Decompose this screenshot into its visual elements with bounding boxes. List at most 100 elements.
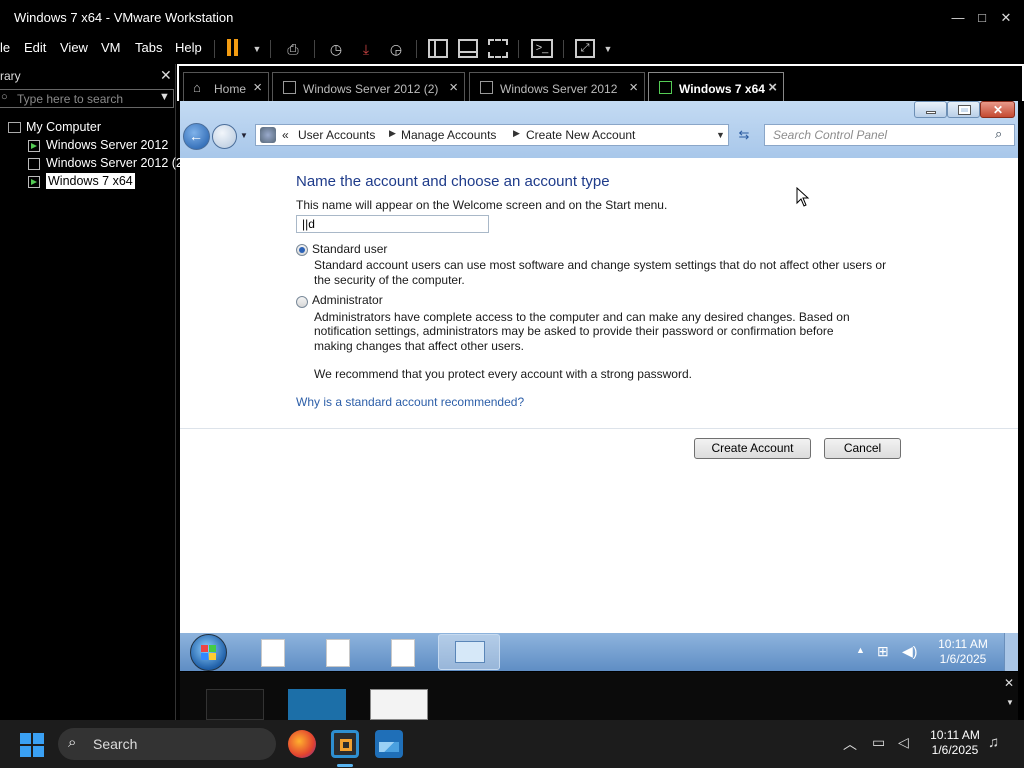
tree-root[interactable]: My Computer (8, 120, 101, 134)
full-screen-icon[interactable] (488, 39, 508, 58)
volume-icon[interactable]: ◀) (902, 643, 917, 660)
host-clock[interactable]: 10:11 AM 1/6/2025 (918, 728, 992, 758)
breadcrumb-create-new-account[interactable]: Create New Account (526, 128, 635, 142)
chevron-down-icon[interactable]: ▼ (159, 91, 170, 103)
tab-home[interactable]: ⌂ Home × (183, 72, 269, 103)
address-bar[interactable]: « User Accounts ▶ Manage Accounts ▶ Crea… (255, 124, 729, 146)
taskbar-file-icon[interactable] (261, 639, 285, 667)
create-account-button[interactable]: Create Account (694, 438, 811, 459)
taskbar-file-icon[interactable] (326, 639, 350, 667)
vm-thumbnail[interactable] (206, 689, 264, 720)
windows-start-icon[interactable] (20, 733, 44, 757)
pause-icon[interactable] (227, 39, 231, 56)
close-tab-icon[interactable]: × (449, 79, 458, 96)
firefox-icon[interactable] (288, 730, 316, 758)
tab-vm[interactable]: Windows Server 2012 × (469, 72, 645, 103)
tab-vm-active[interactable]: Windows 7 x64 × (648, 72, 784, 103)
revert-snapshot-icon[interactable]: ⤓ (355, 38, 377, 60)
toolbar-separator (314, 40, 315, 58)
taskbar-control-panel[interactable] (438, 634, 500, 670)
toolbar-separator (214, 40, 215, 58)
minimize-window-button[interactable] (914, 101, 947, 118)
chevron-down-icon[interactable]: ▼ (246, 38, 268, 60)
close-window-button[interactable]: ✕ (980, 101, 1015, 118)
photos-icon[interactable] (375, 730, 403, 758)
volume-muted-icon[interactable]: ◁ (898, 734, 909, 751)
tab-vm[interactable]: Windows Server 2012 (2) × (272, 72, 465, 103)
chevron-down-icon[interactable]: ▼ (597, 38, 619, 60)
tree-item-label: Windows 7 x64 (46, 173, 135, 189)
snapshot-icon[interactable]: ◷ (325, 38, 347, 60)
chevron-down-icon[interactable]: ▼ (240, 131, 248, 140)
breadcrumb-manage-accounts[interactable]: Manage Accounts (401, 128, 496, 142)
close-tab-icon[interactable]: × (629, 79, 638, 96)
start-orb-icon[interactable] (190, 634, 227, 671)
menu-file[interactable]: le (0, 40, 10, 55)
minimize-button[interactable]: — (948, 8, 968, 28)
menu-help[interactable]: Help (175, 40, 202, 55)
cancel-button[interactable]: Cancel (824, 438, 901, 459)
administrator-radio[interactable] (296, 296, 308, 308)
notifications-bell-icon[interactable]: ♫ (988, 734, 999, 751)
standard-user-label[interactable]: Standard user (312, 242, 387, 257)
guest-clock[interactable]: 10:11 AM 1/6/2025 (932, 637, 994, 667)
host-search-box[interactable]: ⌕ Search (58, 728, 276, 760)
search-box[interactable]: ⌕ (764, 124, 1015, 146)
guest-screen[interactable]: ✕ ← ▼ « User Accounts ▶ Manage Accounts … (180, 101, 1018, 633)
forward-button[interactable] (212, 124, 237, 149)
tab-label: Windows Server 2012 (500, 82, 618, 96)
tree-item-vm[interactable]: Windows Server 2012 (28, 138, 168, 152)
network-icon[interactable]: ▭ (872, 734, 885, 751)
breadcrumb-user-accounts[interactable]: User Accounts (298, 128, 375, 142)
name-hint: This name will appear on the Welcome scr… (296, 198, 668, 212)
account-name-input[interactable] (296, 215, 489, 233)
close-button[interactable]: ✕ (996, 8, 1016, 28)
close-thumbnails-icon[interactable]: ✕ (1004, 676, 1014, 690)
refresh-icon[interactable]: ⇆ (733, 125, 755, 146)
library-view-icon[interactable] (428, 39, 448, 58)
menu-vm[interactable]: VM (101, 40, 121, 55)
breadcrumb-arrow-icon[interactable]: ▶ (389, 128, 396, 139)
network-icon[interactable]: ⊞ (877, 643, 889, 660)
tree-item-vm-selected[interactable]: Windows 7 x64 (28, 173, 135, 189)
restore-window-button[interactable] (947, 101, 980, 118)
administrator-label[interactable]: Administrator (312, 293, 383, 308)
pause-icon-bar[interactable] (234, 39, 238, 56)
vm-running-icon (28, 175, 40, 188)
divider (180, 428, 1018, 429)
maximize-button[interactable]: □ (972, 8, 992, 28)
vm-thumbnail[interactable] (288, 689, 346, 720)
library-search-input[interactable] (17, 91, 157, 106)
menu-tabs[interactable]: Tabs (135, 40, 162, 55)
close-tab-icon[interactable]: × (768, 79, 777, 96)
close-tab-icon[interactable]: × (253, 79, 262, 96)
stretch-guest-icon[interactable]: ⤢ (575, 39, 595, 58)
menu-edit[interactable]: Edit (24, 40, 46, 55)
search-control-panel-input[interactable] (773, 127, 983, 143)
close-library-icon[interactable]: ✕ (160, 67, 172, 84)
chevron-down-icon[interactable]: ▼ (1006, 698, 1014, 707)
chevron-up-icon[interactable]: ▲ (856, 645, 865, 655)
menu-view[interactable]: View (60, 40, 88, 55)
snapshot-manager-icon[interactable]: ◶ (385, 38, 407, 60)
chevron-up-icon[interactable]: ︿ (843, 734, 857, 754)
breadcrumb-arrow-icon[interactable]: ▶ (513, 128, 520, 139)
vm-thumbnail-active[interactable] (370, 689, 428, 720)
host-search-label: Search (93, 736, 138, 752)
back-button[interactable]: ← (183, 123, 210, 150)
chevron-down-icon[interactable]: ▼ (716, 130, 725, 140)
standard-user-radio[interactable] (296, 244, 308, 256)
search-icon: ○ (1, 91, 8, 103)
password-recommendation: We recommend that you protect every acco… (314, 367, 692, 381)
breadcrumb-prefix[interactable]: « (282, 128, 289, 142)
console-icon[interactable]: >_ (531, 39, 553, 58)
send-keys-icon[interactable]: ⎙ (282, 38, 304, 60)
why-standard-link[interactable]: Why is a standard account recommended? (296, 395, 524, 410)
library-search[interactable]: ○ ▼ (0, 89, 174, 108)
taskbar-file-icon[interactable] (391, 639, 415, 667)
show-desktop-button[interactable] (1004, 633, 1018, 671)
vmware-icon[interactable] (331, 730, 359, 758)
search-icon[interactable]: ⌕ (995, 126, 1002, 142)
thumbnail-bar-icon[interactable] (458, 39, 478, 58)
tree-item-vm[interactable]: Windows Server 2012 (2 (28, 156, 183, 170)
